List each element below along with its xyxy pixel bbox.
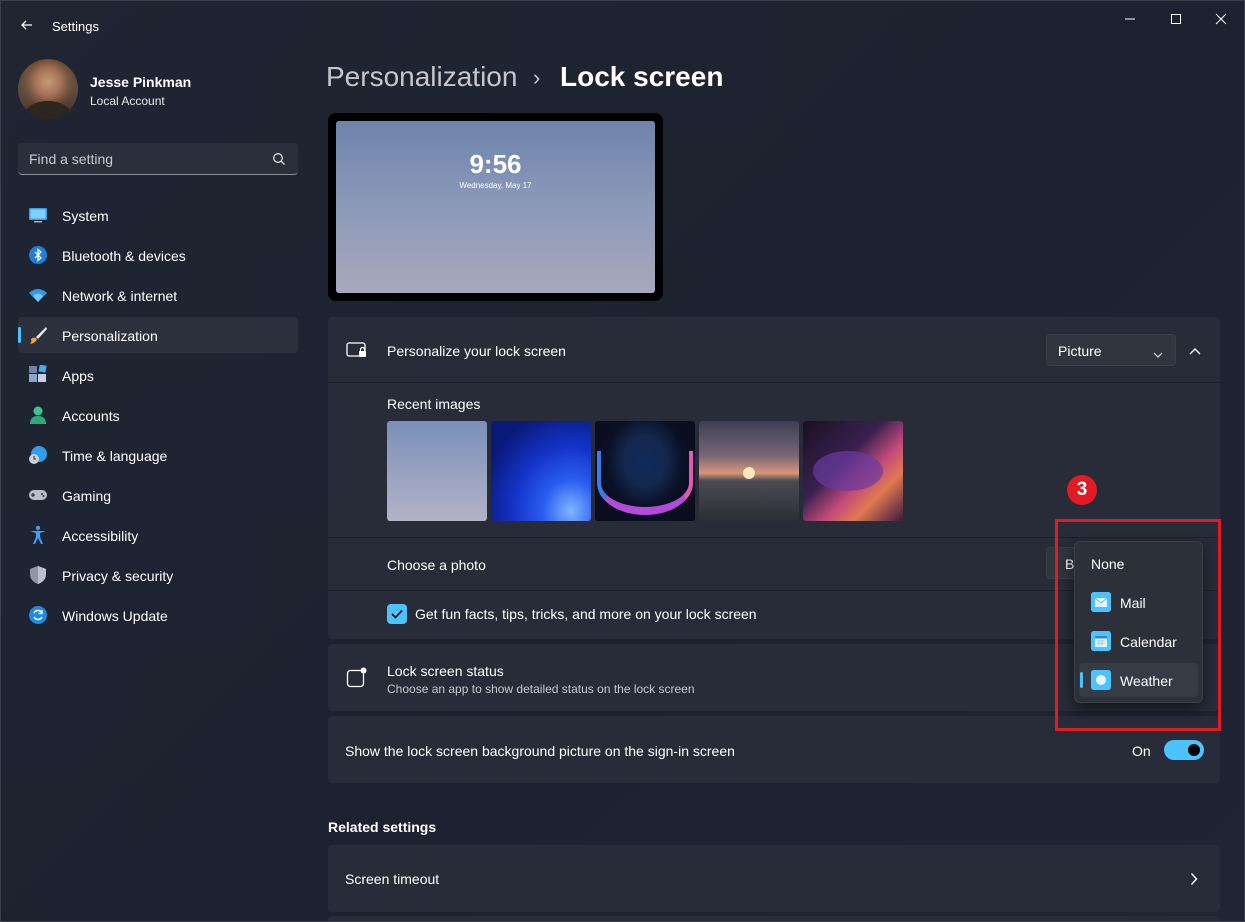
brush-icon — [28, 325, 48, 345]
chevron-down-icon — [1153, 346, 1163, 364]
sidebar-item-label: Accounts — [62, 408, 120, 424]
user-name: Jesse Pinkman — [90, 74, 192, 90]
sidebar-item-label: System — [62, 208, 109, 224]
annotation-highlight-box — [1055, 519, 1221, 731]
sidebar-item-apps[interactable]: Apps — [18, 357, 298, 393]
sidebar-item-system[interactable]: System — [18, 197, 298, 233]
user-profile[interactable]: Jesse Pinkman Local Account — [18, 59, 298, 119]
sidebar-item-label: Gaming — [62, 488, 112, 504]
sidebar-item-time-language[interactable]: Time & language — [18, 437, 298, 473]
chevron-up-icon[interactable] — [1188, 343, 1202, 361]
sidebar-item-gaming[interactable]: Gaming — [18, 477, 298, 513]
screen-timeout-row[interactable]: Screen timeout — [328, 845, 1220, 912]
close-button[interactable] — [1198, 7, 1244, 31]
signin-label: Show the lock screen background picture … — [345, 743, 735, 759]
recent-image-5[interactable] — [803, 421, 903, 521]
next-row-partial — [328, 916, 1220, 921]
status-label: Lock screen status — [387, 663, 504, 679]
sidebar-item-accessibility[interactable]: Accessibility — [18, 517, 298, 553]
signin-background-toggle[interactable] — [1164, 740, 1204, 760]
fun-facts-checkbox[interactable] — [387, 604, 407, 624]
sidebar-item-network[interactable]: Network & internet — [18, 277, 298, 313]
maximize-button[interactable] — [1153, 7, 1199, 31]
lock-screen-preview: 9:56 Wednesday, May 17 — [328, 113, 663, 301]
globe-clock-icon — [28, 445, 48, 465]
screen-timeout-label: Screen timeout — [345, 871, 440, 887]
selection-indicator — [18, 327, 21, 343]
gamepad-icon — [28, 485, 48, 505]
search-icon — [272, 152, 286, 171]
dropdown-value: Picture — [1058, 343, 1102, 359]
lock-screen-icon — [346, 341, 368, 366]
account-type: Local Account — [90, 94, 165, 108]
toggle-state-label: On — [1132, 743, 1151, 759]
apps-icon — [28, 364, 48, 385]
minimize-button[interactable] — [1107, 7, 1153, 31]
sidebar-item-label: Accessibility — [62, 528, 139, 544]
avatar — [18, 59, 78, 119]
recent-image-4[interactable] — [699, 421, 799, 521]
sidebar-item-label: Network & internet — [62, 288, 178, 304]
preview-date: Wednesday, May 17 — [459, 181, 532, 190]
preview-time: 9:56 — [469, 149, 522, 179]
back-arrow-icon[interactable] — [17, 15, 37, 35]
background-type-dropdown[interactable]: Picture — [1046, 334, 1176, 366]
sidebar-item-bluetooth[interactable]: Bluetooth & devices — [18, 237, 298, 273]
sidebar-item-label: Personalization — [62, 328, 158, 344]
sidebar-nav: System Bluetooth & devices Network & int… — [18, 197, 298, 637]
page-title: Lock screen — [560, 61, 724, 92]
status-app-icon — [346, 667, 368, 694]
breadcrumb-separator: › — [533, 65, 541, 90]
related-settings-heading: Related settings — [328, 819, 437, 835]
accessibility-icon — [28, 525, 48, 545]
search-input[interactable]: Find a setting — [18, 143, 298, 175]
preview-screen: 9:56 Wednesday, May 17 — [336, 121, 655, 293]
sidebar-item-windows-update[interactable]: Windows Update — [18, 597, 298, 633]
sidebar-item-personalization[interactable]: Personalization — [18, 317, 298, 353]
recent-image-2[interactable] — [491, 421, 591, 521]
settings-window: Settings Jesse Pinkman Local Account Fin… — [0, 0, 1245, 922]
choose-photo-label: Choose a photo — [387, 557, 486, 573]
sidebar-item-privacy[interactable]: Privacy & security — [18, 557, 298, 593]
sidebar-item-label: Bluetooth & devices — [62, 248, 186, 264]
person-icon — [28, 405, 48, 425]
personalize-label: Personalize your lock screen — [387, 343, 566, 359]
sidebar-item-label: Time & language — [62, 448, 168, 464]
bluetooth-icon — [28, 245, 48, 265]
window-title: Settings — [52, 19, 99, 34]
update-icon — [28, 605, 48, 625]
sidebar-item-label: Privacy & security — [62, 568, 174, 584]
title-bar: Settings — [1, 1, 1244, 51]
sidebar-item-accounts[interactable]: Accounts — [18, 397, 298, 433]
chevron-right-icon — [1190, 872, 1198, 891]
step-badge: 3 — [1067, 475, 1097, 505]
search-placeholder: Find a setting — [29, 151, 114, 167]
shield-icon — [28, 565, 48, 585]
recent-images-label: Recent images — [387, 396, 481, 412]
recent-image-3[interactable] — [595, 421, 695, 521]
fun-facts-label: Get fun facts, tips, tricks, and more on… — [415, 606, 757, 622]
recent-image-1[interactable] — [387, 421, 487, 521]
system-icon — [28, 205, 48, 225]
sidebar-item-label: Windows Update — [62, 608, 168, 624]
sidebar-item-label: Apps — [62, 368, 94, 384]
status-description: Choose an app to show detailed status on… — [387, 682, 695, 696]
wifi-icon — [28, 285, 48, 305]
breadcrumb-parent[interactable]: Personalization — [326, 61, 517, 93]
